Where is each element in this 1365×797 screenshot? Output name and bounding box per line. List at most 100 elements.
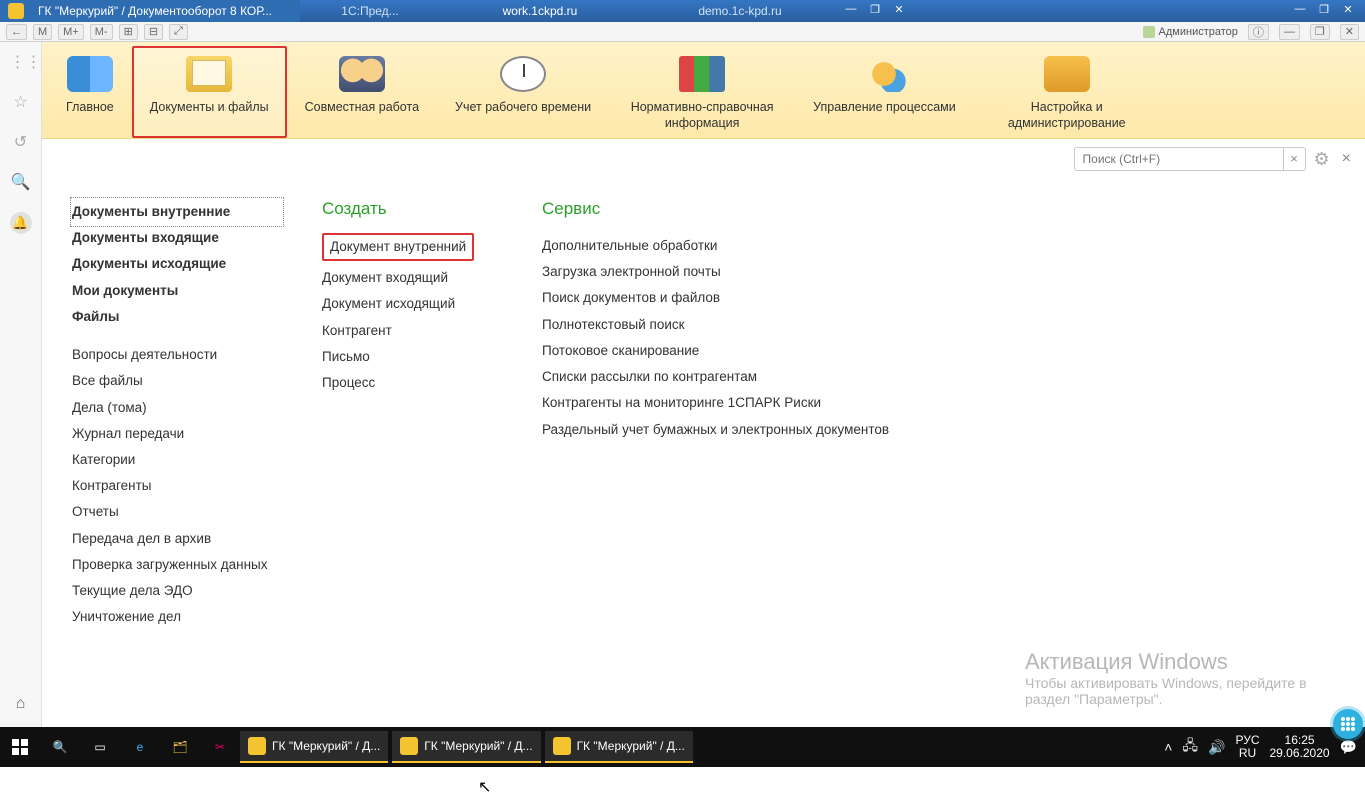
minimize-button[interactable]: — [1289, 3, 1311, 19]
maximize-button[interactable]: ❐ [1310, 24, 1330, 40]
ribbon-label: Управление процессами [813, 100, 956, 116]
nav-link[interactable]: Файлы [72, 304, 282, 330]
service-link[interactable]: Контрагенты на мониторинге 1СПАРК Риски [542, 390, 889, 416]
timesheet-icon [500, 56, 546, 92]
service-link[interactable]: Списки рассылки по контрагентам [542, 364, 889, 390]
section-ribbon: ГлавноеДокументы и файлы Совместная работ… [42, 42, 1365, 139]
service-link[interactable]: Раздельный учет бумажных и электронных д… [542, 417, 889, 443]
home-icon[interactable]: ⌂ [10, 695, 32, 717]
service-link[interactable]: Поиск документов и файлов [542, 285, 889, 311]
nav-link[interactable]: Документы исходящие [72, 251, 282, 277]
ribbon-refinfo[interactable]: Нормативно-справочная информация [609, 46, 795, 138]
favorites-icon[interactable]: ☆ [10, 92, 32, 114]
clear-search-button[interactable]: × [1284, 147, 1306, 171]
create-link[interactable]: Процесс [322, 370, 502, 396]
nav-link[interactable]: Документы внутренние [72, 199, 282, 225]
taskbar-search-icon[interactable]: 🔍 [40, 727, 80, 767]
service-link[interactable]: Загрузка электронной почты [542, 259, 889, 285]
watermark-title: Активация Windows [1025, 649, 1345, 675]
ribbon-collab[interactable]: Совместная работа [287, 46, 437, 138]
ie-icon[interactable]: e [120, 727, 160, 767]
nav-link[interactable]: Передача дел в архив [72, 526, 282, 552]
nav-link[interactable]: Уничтожение дел [72, 604, 282, 630]
history-icon[interactable]: ↺ [10, 132, 32, 154]
nav-link[interactable]: Контрагенты [72, 473, 282, 499]
close-panel-button[interactable]: × [1338, 150, 1355, 168]
create-header: Создать [322, 199, 502, 219]
ribbon-timesheet[interactable]: Учет рабочего времени [437, 46, 609, 138]
tab-title[interactable]: work.1ckpd.ru [497, 4, 584, 18]
close-button[interactable]: ✕ [1340, 24, 1359, 40]
taskview-icon[interactable]: ▭ [80, 727, 120, 767]
nav-link[interactable]: Дела (тома) [72, 395, 282, 421]
nav-link[interactable]: Все файлы [72, 368, 282, 394]
docs-icon [186, 56, 232, 92]
explorer-icon[interactable]: 🗂 [160, 727, 200, 767]
apps-grid-icon[interactable]: ⋮⋮⋮ [10, 52, 32, 74]
ribbon-proc[interactable]: Управление процессами [795, 46, 974, 138]
content-area: Документы внутренниеДокументы входящиеДо… [42, 179, 1365, 727]
windows-taskbar: 🔍 ▭ e 🗂 ✂ ГК "Меркурий" / Д...ГК "Меркур… [0, 727, 1365, 767]
snip-icon[interactable]: ✂ [200, 727, 240, 767]
create-link[interactable]: Контрагент [322, 318, 502, 344]
tray-volume-icon[interactable]: 🔊 [1208, 739, 1225, 756]
search-icon[interactable]: 🔍 [10, 172, 32, 194]
info-button[interactable]: ⓘ [1248, 24, 1269, 40]
nav-link[interactable]: Категории [72, 447, 282, 473]
admin-icon [1044, 56, 1090, 92]
taskbar-app-icon [400, 737, 418, 755]
create-link[interactable]: Документ исходящий [322, 291, 502, 317]
minimize-button[interactable]: — [840, 3, 862, 19]
tab-title[interactable]: 1С:Пред... [341, 4, 398, 18]
search-input[interactable] [1074, 147, 1284, 171]
maximize-button[interactable]: ❐ [1313, 3, 1335, 19]
nav-link[interactable]: Вопросы деятельности [72, 342, 282, 368]
tab-title[interactable]: demo.1c-kpd.ru [698, 4, 781, 18]
maximize-button[interactable]: ❐ [864, 3, 886, 19]
create-link[interactable]: Письмо [322, 344, 502, 370]
current-user[interactable]: Администратор [1143, 26, 1238, 38]
mplus-button[interactable]: M+ [58, 24, 84, 40]
shrink-button[interactable]: ⊟ [144, 24, 163, 40]
notifications-icon[interactable]: 🔔 [10, 212, 32, 234]
service-link[interactable]: Потоковое сканирование [542, 338, 889, 364]
tray-chevron-up-icon[interactable]: ˄ [1164, 739, 1172, 755]
nav-link[interactable]: Журнал передачи [72, 421, 282, 447]
nav-link[interactable]: Проверка загруженных данных [72, 552, 282, 578]
ribbon-label: Совместная работа [305, 100, 419, 116]
gear-icon[interactable]: ⚙ [1314, 149, 1330, 170]
create-link[interactable]: Документ внутренний [322, 233, 474, 261]
service-link[interactable]: Полнотекстовый поиск [542, 312, 889, 338]
close-button[interactable]: ✕ [1337, 3, 1359, 19]
nav-link[interactable]: Текущие дела ЭДО [72, 578, 282, 604]
expand-button[interactable]: ⤢ [169, 24, 188, 40]
clock[interactable]: 16:25 29.06.2020 [1270, 734, 1330, 760]
tray-notifications-icon[interactable]: 💬 [1340, 739, 1357, 756]
taskbar-entry[interactable]: ГК "Меркурий" / Д... [545, 731, 693, 763]
service-link[interactable]: Дополнительные обработки [542, 233, 889, 259]
m-button[interactable]: M [33, 24, 52, 40]
windows-activation-watermark: Активация Windows Чтобы активировать Win… [1025, 649, 1345, 707]
ribbon-main[interactable]: Главное [48, 46, 132, 138]
assist-bubble[interactable] [1333, 709, 1363, 739]
create-link[interactable]: Документ входящий [322, 265, 502, 291]
taskbar-entry[interactable]: ГК "Меркурий" / Д... [240, 731, 388, 763]
ribbon-docs[interactable]: Документы и файлы [132, 46, 287, 138]
nav-link[interactable]: Мои документы [72, 278, 282, 304]
clock-date: 29.06.2020 [1270, 747, 1330, 760]
close-button[interactable]: ✕ [888, 3, 910, 19]
nav-link[interactable]: Отчеты [72, 499, 282, 525]
taskbar-entry-label: ГК "Меркурий" / Д... [577, 739, 685, 753]
back-button[interactable]: ← [6, 24, 27, 40]
mminus-button[interactable]: M- [90, 24, 113, 40]
nav-link[interactable]: Документы входящие [72, 225, 282, 251]
taskbar-entry[interactable]: ГК "Меркурий" / Д... [392, 731, 540, 763]
ribbon-admin[interactable]: Настройка и администрирование [974, 46, 1160, 138]
panel-toolbar: × ⚙ × [42, 139, 1365, 179]
tray-network-icon[interactable]: 🖧 [1182, 735, 1198, 759]
minimize-button[interactable]: — [1279, 24, 1300, 40]
grid-button[interactable]: ⊞ [119, 24, 138, 40]
user-name: Администратор [1159, 26, 1238, 38]
start-button[interactable] [0, 727, 40, 767]
language-indicator[interactable]: РУС RU [1235, 734, 1259, 760]
